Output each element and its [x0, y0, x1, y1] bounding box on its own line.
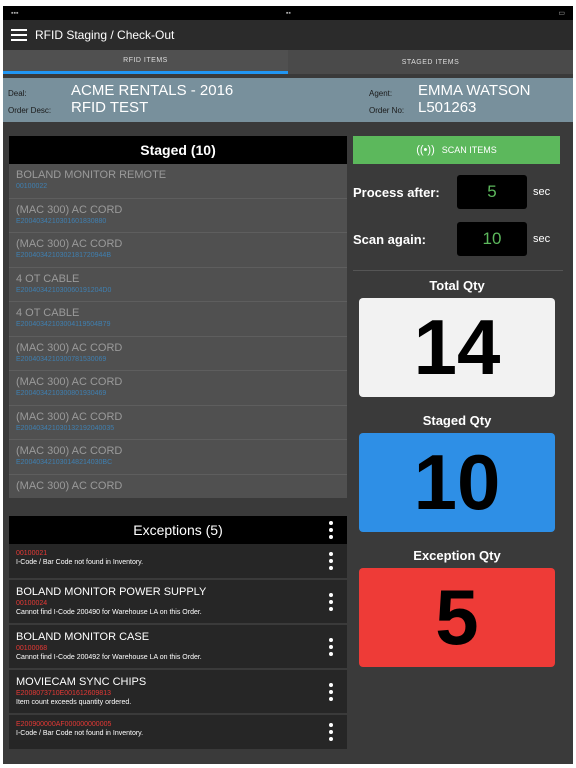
- carrier-indicator: ▪▪▪: [11, 9, 19, 17]
- exception-item-code: E2008073710E001612609813: [16, 690, 111, 697]
- scan-again-input[interactable]: 10: [457, 222, 527, 256]
- scan-again-label: Scan again:: [353, 231, 426, 247]
- staged-item-code: 00100022: [16, 183, 48, 190]
- battery-icon: ▭: [558, 10, 565, 17]
- order-info-banner: Deal: ACME RENTALS - 2016 Order Desc: RF…: [3, 78, 573, 122]
- status-bar: ▪▪▪ ▪▪ ▭: [3, 6, 573, 20]
- staged-item-name: 4 OT CABLE: [16, 272, 80, 285]
- staged-qty-label: Staged Qty: [422, 413, 492, 428]
- staged-item-name: (MAC 300) AC CORD: [16, 410, 123, 423]
- staged-item-code: E2004034210300781530069: [16, 355, 107, 363]
- total-qty-box: 14: [359, 298, 555, 397]
- staged-panel: Staged (10) BOLAND MONITOR REMOTE 0010002…: [9, 136, 347, 498]
- exception-item[interactable]: MOVIECAM SYNC CHIPS E2008073710E00161260…: [9, 670, 347, 715]
- exception-item-message: Cannot find I-Code 200492 for Warehouse …: [16, 654, 202, 661]
- exception-qty-box: 5: [359, 568, 555, 667]
- staged-item[interactable]: 4 OT CABLE E20040342103004119504B79: [9, 302, 347, 337]
- deal-label: Deal:: [8, 89, 27, 98]
- exception-item-message: Item count exceeds quantity ordered.: [16, 699, 132, 706]
- order-desc-value: RFID TEST: [71, 99, 149, 116]
- settings-divider: [353, 270, 563, 271]
- staged-item-code: E200403421030060191204D0: [16, 286, 112, 294]
- staged-item-code: E200403421030148214030BC: [16, 459, 113, 466]
- process-after-setting: Process after: 5 sec: [353, 174, 563, 210]
- exception-item[interactable]: E200900000AF000000000005 I-Code / Bar Co…: [9, 715, 347, 751]
- rfid-signal-icon: ((•)): [416, 144, 435, 156]
- scan-again-setting: Scan again: 10 sec: [353, 221, 563, 257]
- exceptions-title: Exceptions (5): [133, 522, 223, 538]
- agent-value: EMMA WATSON: [418, 82, 531, 99]
- exception-item-more-icon[interactable]: [329, 592, 333, 611]
- total-qty-label: Total Qty: [429, 278, 485, 293]
- staged-item-name: (MAC 300) AC CORD: [16, 203, 123, 216]
- exception-item-message: I-Code / Bar Code not found in Inventory…: [16, 730, 144, 737]
- exception-item-message: Cannot find I-Code 200490 for Warehouse …: [16, 609, 202, 616]
- exceptions-panel: Exceptions (5) 00100021 I-Code / Bar Cod…: [9, 516, 347, 756]
- exception-item[interactable]: BOLAND MONITOR POWER SUPPLY 00100024 Can…: [9, 580, 347, 625]
- exception-item-code: 00100021: [16, 550, 48, 557]
- exception-item-code: 00100068: [16, 645, 48, 652]
- staged-item-name: BOLAND MONITOR REMOTE: [16, 169, 167, 181]
- tab-bar: RFID ITEMS STAGED ITEMS: [3, 50, 573, 74]
- title-bar: RFID Staging / Check-Out: [3, 20, 573, 50]
- process-after-input[interactable]: 5: [457, 175, 527, 209]
- staged-list[interactable]: BOLAND MONITOR REMOTE 00100022 (MAC 300) …: [9, 164, 347, 509]
- order-no-label: Order No:: [369, 106, 405, 115]
- staged-item-name: (MAC 300) AC CORD: [16, 238, 123, 250]
- exception-item-code: 00100024: [16, 600, 48, 607]
- staged-item-name: (MAC 300) AC CORD: [16, 376, 123, 388]
- exception-item-name: BOLAND MONITOR POWER SUPPLY: [16, 586, 207, 598]
- app-frame: ▪▪▪ ▪▪ ▭ RFID Staging / Check-Out RFID I…: [3, 6, 573, 764]
- tab-staged-items[interactable]: STAGED ITEMS: [288, 50, 573, 74]
- staged-qty-box: 10: [359, 433, 555, 532]
- staged-item-name: 4 OT CABLE: [16, 307, 80, 319]
- exception-item-name: MOVIECAM SYNC CHIPS: [16, 676, 147, 688]
- staged-item-code: E2004034210301601830880: [16, 217, 107, 225]
- exception-item[interactable]: BOLAND MONITOR CASE 00100068 Cannot find…: [9, 625, 347, 670]
- exception-item-code: E200900000AF000000000005: [16, 721, 112, 728]
- tab-rfid-items[interactable]: RFID ITEMS: [3, 50, 288, 74]
- staged-item-code: E200403421030132192040035: [16, 424, 115, 432]
- exception-item-more-icon[interactable]: [329, 637, 333, 656]
- deal-value: ACME RENTALS - 2016: [71, 82, 234, 99]
- menu-icon[interactable]: [11, 29, 27, 41]
- exceptions-header: Exceptions (5): [9, 516, 347, 544]
- scan-items-label: SCAN ITEMS: [441, 145, 497, 155]
- exception-qty-label: Exception Qty: [413, 548, 501, 563]
- order-desc-label: Order Desc:: [8, 106, 52, 115]
- staged-item[interactable]: (MAC 300) AC CORD E2004034210301601830880: [9, 199, 347, 233]
- order-no-value: L501263: [418, 99, 477, 116]
- process-after-unit: sec: [533, 186, 551, 198]
- staged-item-name: (MAC 300) AC CORD: [16, 341, 123, 354]
- exception-item-name: BOLAND MONITOR CASE: [16, 631, 150, 643]
- exception-item-message: I-Code / Bar Code not found in Inventory…: [16, 559, 144, 566]
- staged-item-code: E20040342103004119504B79: [16, 321, 111, 328]
- exceptions-more-icon[interactable]: [329, 521, 333, 539]
- staged-item[interactable]: (MAC 300) AC CORD E2004034210302181720944…: [9, 233, 347, 268]
- agent-label: Agent:: [369, 89, 393, 98]
- clock-indicator: ▪▪: [285, 9, 291, 17]
- staged-item-name: (MAC 300) AC CORD: [16, 479, 123, 492]
- exception-item-more-icon[interactable]: [329, 682, 333, 701]
- staged-header: Staged (10): [9, 136, 347, 164]
- staged-item[interactable]: (MAC 300) AC CORD E2004034210301321920400…: [9, 406, 347, 440]
- scan-again-unit: sec: [533, 233, 551, 245]
- staged-item[interactable]: 4 OT CABLE E200403421030060191204D0: [9, 268, 347, 302]
- staged-item-name: (MAC 300) AC CORD: [16, 445, 123, 457]
- exception-item[interactable]: 00100021 I-Code / Bar Code not found in …: [9, 544, 347, 580]
- scan-items-button[interactable]: ((•)) SCAN ITEMS: [353, 136, 560, 164]
- staged-item[interactable]: (MAC 300) AC CORD E2004034210300781530069: [9, 337, 347, 371]
- staged-item[interactable]: (MAC 300) AC CORD: [9, 475, 347, 510]
- staged-item[interactable]: BOLAND MONITOR REMOTE 00100022: [9, 164, 347, 199]
- staged-item-code: E2004034210302181720944B: [16, 252, 111, 259]
- page-title: RFID Staging / Check-Out: [35, 28, 175, 42]
- staged-item[interactable]: (MAC 300) AC CORD E2004034210300801930469: [9, 371, 347, 406]
- staged-item[interactable]: (MAC 300) AC CORD E200403421030148214030B…: [9, 440, 347, 475]
- exception-item-more-icon[interactable]: [329, 723, 333, 741]
- exception-item-more-icon[interactable]: [329, 552, 333, 570]
- staged-item-code: E2004034210300801930469: [16, 390, 107, 397]
- process-after-label: Process after:: [353, 184, 440, 200]
